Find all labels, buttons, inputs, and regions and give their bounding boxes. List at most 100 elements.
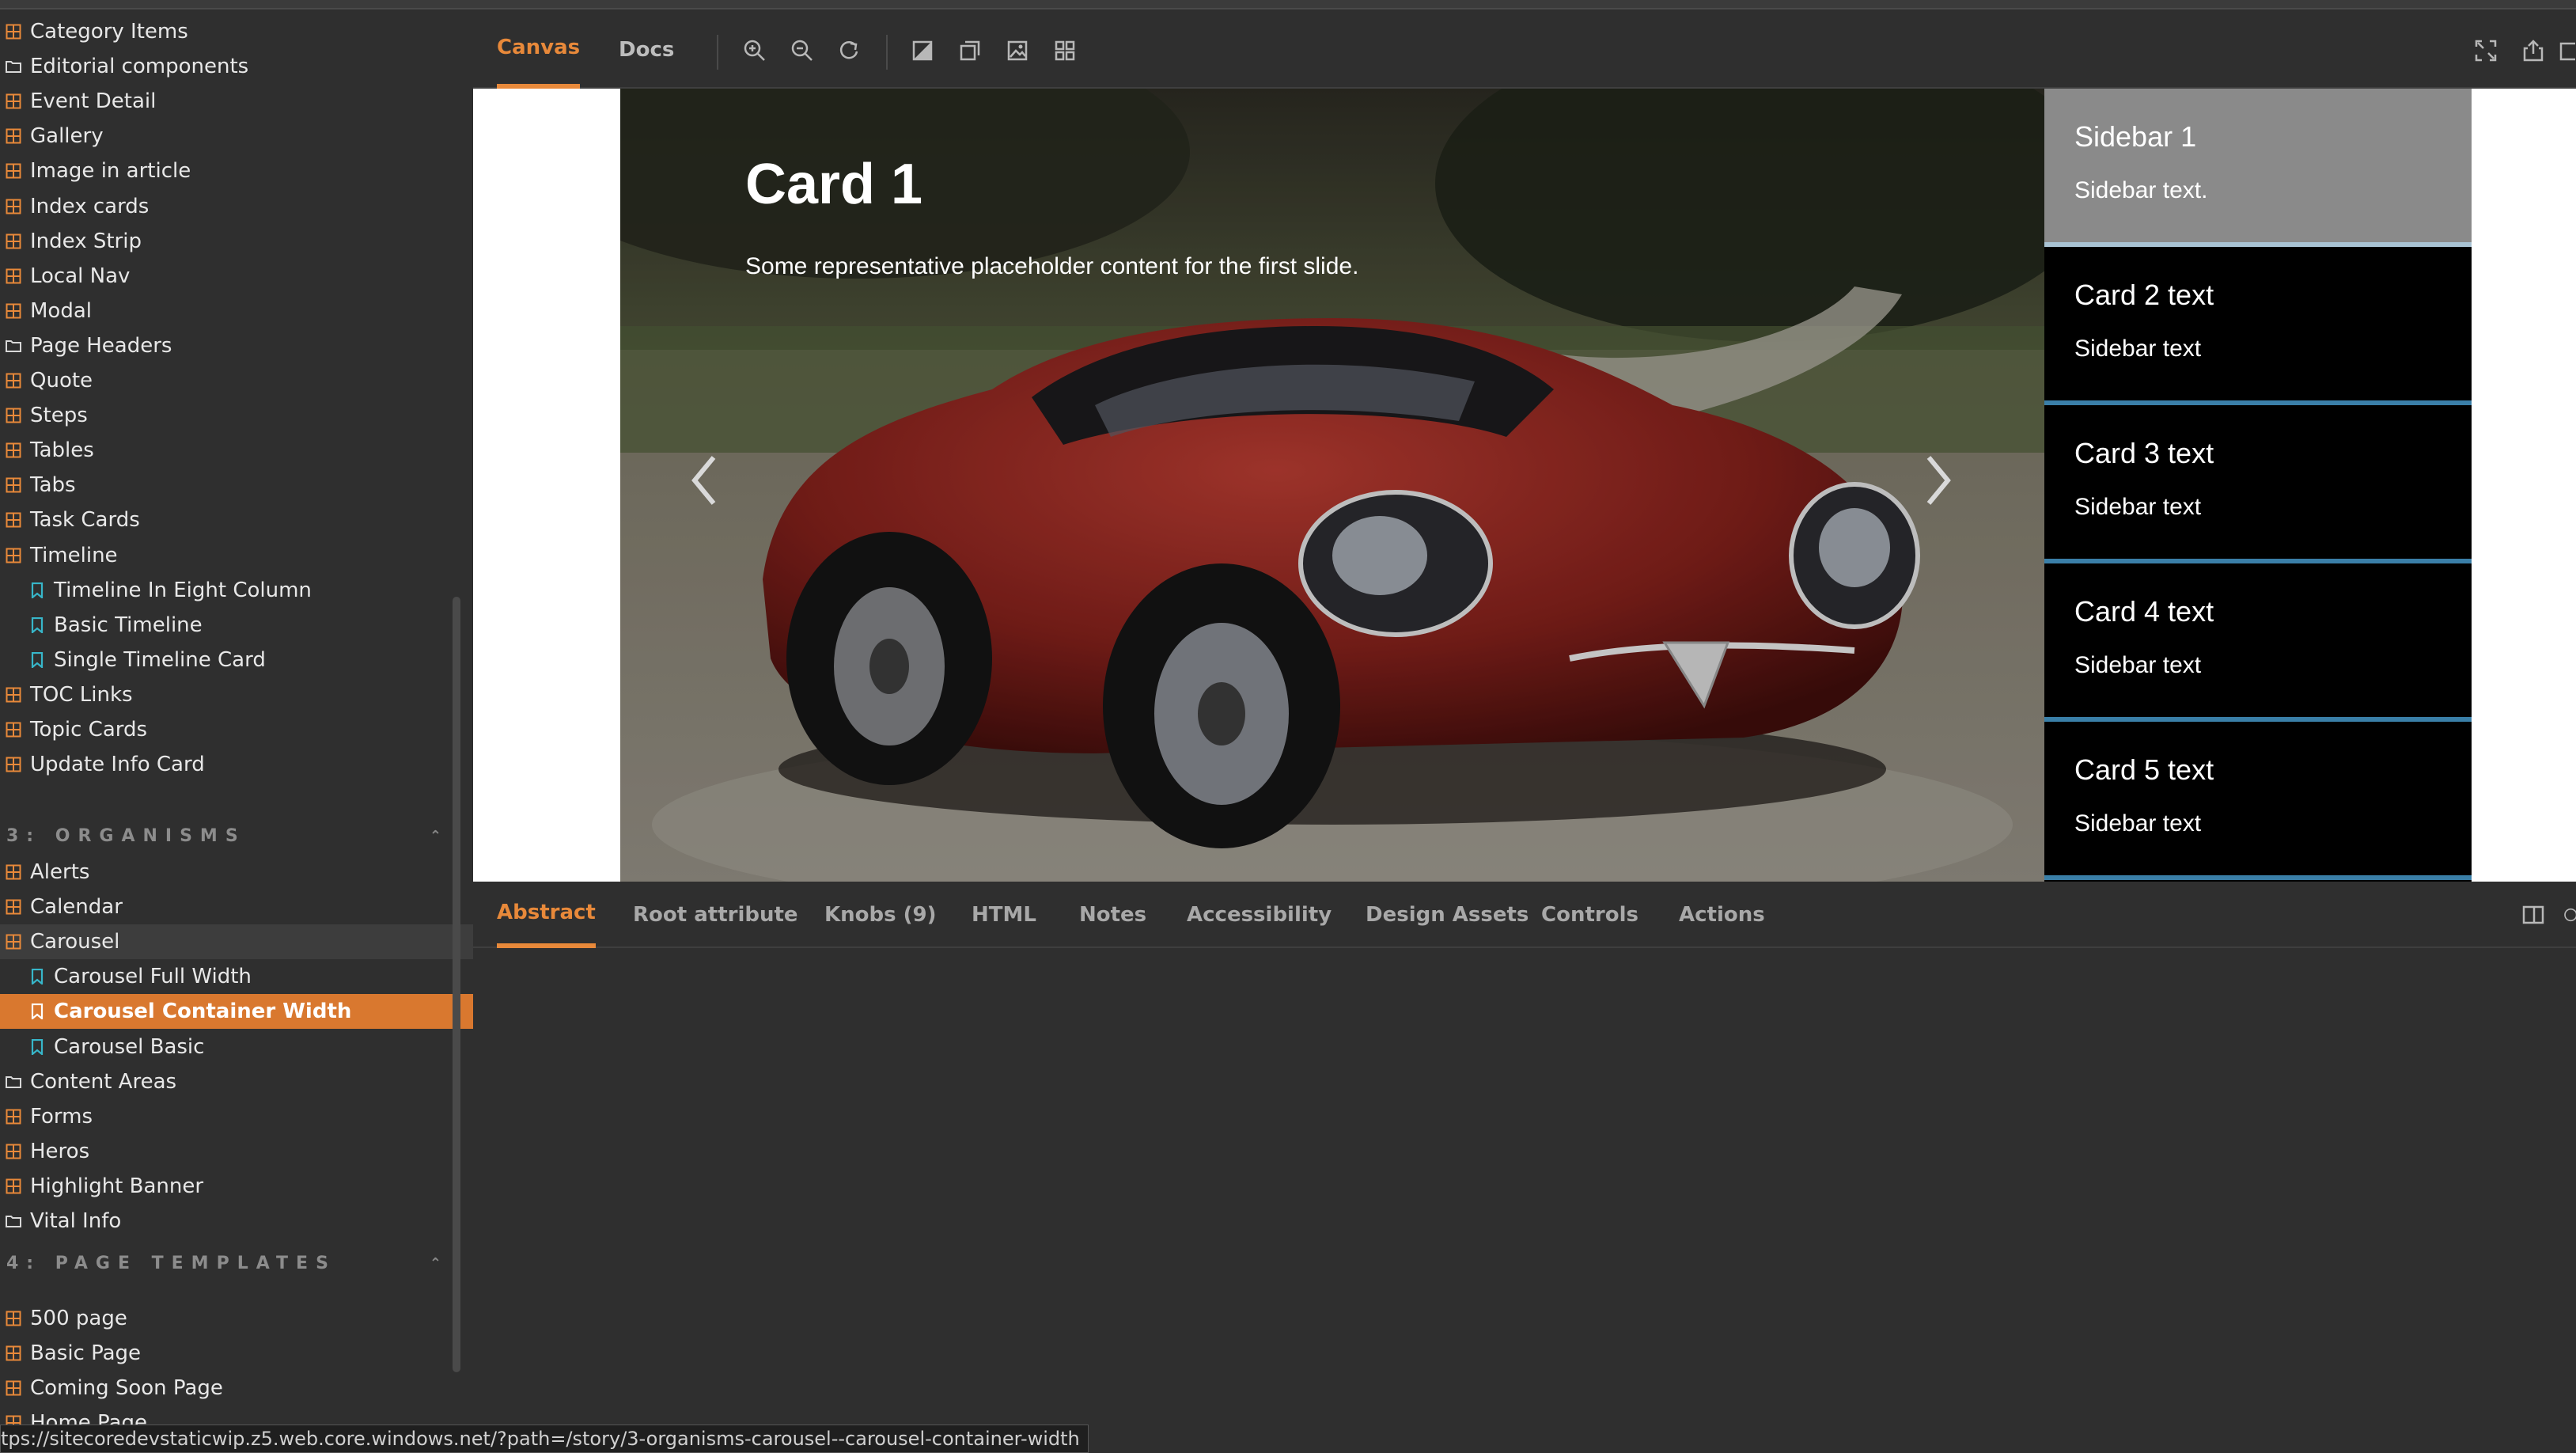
folder-icon bbox=[5, 1212, 22, 1230]
sidebar-item-event-detail[interactable]: Event Detail bbox=[0, 84, 473, 119]
tab-knobs-9[interactable]: Knobs (9) bbox=[824, 882, 937, 948]
sidebar-item-content-areas[interactable]: Content Areas bbox=[0, 1064, 473, 1099]
component-icon bbox=[5, 547, 22, 564]
sidebar-item-toc-links[interactable]: TOC Links bbox=[0, 677, 473, 712]
tab-label: Docs bbox=[619, 38, 675, 62]
component-icon bbox=[5, 1345, 22, 1362]
sidebar-item-calendar[interactable]: Calendar bbox=[0, 890, 473, 924]
tab-canvas[interactable]: Canvas bbox=[497, 11, 581, 89]
tab-docs[interactable]: Docs bbox=[619, 11, 674, 89]
sidebar-item-label: Event Detail bbox=[30, 89, 157, 114]
tab-html[interactable]: HTML bbox=[972, 882, 1036, 948]
sidebar-item-label: Update Info Card bbox=[30, 753, 205, 777]
sidebar-item-index-cards[interactable]: Index cards bbox=[0, 189, 473, 224]
sidebar-item-carousel-basic[interactable]: Carousel Basic bbox=[0, 1030, 473, 1064]
component-icon bbox=[5, 1379, 22, 1397]
sidebar-item-quote[interactable]: Quote bbox=[0, 363, 473, 398]
sidebar-item-label: Quote bbox=[30, 369, 93, 393]
sidebar-item-carousel-container-width[interactable]: Carousel Container Width bbox=[0, 994, 473, 1030]
sidebar-item-timeline[interactable]: Timeline bbox=[0, 538, 473, 573]
tab-accessibility[interactable]: Accessibility bbox=[1187, 882, 1332, 948]
sidebar-item-label: Category Items bbox=[30, 20, 188, 44]
sidebar-item-carousel[interactable]: Carousel bbox=[0, 924, 473, 960]
sidebar-item-editorial-components[interactable]: Editorial components bbox=[0, 49, 473, 84]
carousel-sidebar-card[interactable]: Sidebar 1 Sidebar text. bbox=[2044, 89, 2472, 247]
sidebar-item-heros[interactable]: Heros bbox=[0, 1134, 473, 1169]
tab-label: Canvas bbox=[497, 36, 581, 59]
tab-label: Actions bbox=[1679, 903, 1765, 927]
folder-icon bbox=[5, 337, 22, 355]
tab-root-attribute[interactable]: Root attribute bbox=[633, 882, 798, 948]
sidebar-item-task-cards[interactable]: Task Cards bbox=[0, 503, 473, 537]
image-icon[interactable] bbox=[1002, 35, 1033, 66]
carousel-sidebar-list: Sidebar 1 Sidebar text. Card 2 text Sidebar… bbox=[2044, 89, 2472, 882]
expand-collapse-icon[interactable]: ⌃ bbox=[430, 828, 441, 844]
sidebar-item-update-info-card[interactable]: Update Info Card bbox=[0, 747, 473, 782]
sidebar-item-topic-cards[interactable]: Topic Cards bbox=[0, 712, 473, 747]
component-icon bbox=[5, 267, 22, 285]
close-panel-icon[interactable] bbox=[2560, 899, 2576, 931]
slide-description: Some representative placeholder content … bbox=[745, 253, 1359, 279]
sidebar-card-text: Sidebar text bbox=[2074, 336, 2202, 362]
sidebar-item-modal[interactable]: Modal bbox=[0, 294, 473, 328]
grid-icon[interactable] bbox=[1049, 35, 1081, 66]
tab-controls[interactable]: Controls bbox=[1541, 882, 1638, 948]
sidebar-item-label: Carousel Basic bbox=[54, 1034, 205, 1059]
sidebar-item-forms[interactable]: Forms bbox=[0, 1099, 473, 1134]
sidebar-item-label: Modal bbox=[30, 298, 92, 323]
expand-collapse-icon[interactable]: ⌃ bbox=[430, 1255, 441, 1272]
sidebar-item-highlight-banner[interactable]: Highlight Banner bbox=[0, 1169, 473, 1204]
sidebar-item-coming-soon-page[interactable]: Coming Soon Page bbox=[0, 1371, 473, 1406]
tab-abstract[interactable]: Abstract bbox=[497, 882, 596, 948]
tab-actions[interactable]: Actions bbox=[1679, 882, 1765, 948]
status-url-text: tps://sitecoredevstaticwip.z5.web.core.w… bbox=[1, 1428, 1080, 1450]
component-icon bbox=[5, 933, 22, 950]
sidebar-item-gallery[interactable]: Gallery bbox=[0, 119, 473, 154]
tab-design-assets[interactable]: Design Assets bbox=[1366, 882, 1529, 948]
sidebar-item-basic-timeline[interactable]: Basic Timeline bbox=[0, 608, 473, 643]
sidebar-item-tables[interactable]: Tables bbox=[0, 433, 473, 468]
panel-layout-icon[interactable] bbox=[2517, 899, 2549, 931]
slide-title: Card 1 bbox=[745, 153, 923, 216]
zoom-out-icon[interactable] bbox=[786, 35, 818, 66]
carousel-sidebar-card[interactable]: Card 2 text Sidebar text bbox=[2044, 247, 2472, 405]
sidebar-item-steps[interactable]: Steps bbox=[0, 398, 473, 433]
section-header-page-templates[interactable]: 4: PAGE TEMPLATES ⌃ bbox=[6, 1247, 449, 1279]
sidebar-scrollbar[interactable] bbox=[453, 597, 460, 1372]
sidebar-item-500-page[interactable]: 500 page bbox=[0, 1301, 473, 1336]
carousel-sidebar-card[interactable]: Card 5 text Sidebar text bbox=[2044, 722, 2472, 880]
component-icon bbox=[5, 198, 22, 215]
sidebar-item-single-timeline-card[interactable]: Single Timeline Card bbox=[0, 643, 473, 677]
sidebar-item-alerts[interactable]: Alerts bbox=[0, 855, 473, 890]
sidebar-item-timeline-in-eight-column[interactable]: Timeline In Eight Column bbox=[0, 573, 473, 608]
open-new-tab-icon[interactable] bbox=[2551, 35, 2576, 66]
tab-notes[interactable]: Notes bbox=[1079, 882, 1146, 948]
background-icon[interactable] bbox=[907, 35, 938, 66]
sidebar-item-label: Basic Page bbox=[30, 1341, 142, 1366]
sidebar-item-image-in-article[interactable]: Image in article bbox=[0, 154, 473, 188]
sidebar-item-basic-page[interactable]: Basic Page bbox=[0, 1336, 473, 1371]
sidebar-item-tabs[interactable]: Tabs bbox=[0, 468, 473, 503]
sidebar-item-label: Gallery bbox=[30, 124, 104, 149]
carousel-prev-icon[interactable] bbox=[688, 453, 736, 524]
carousel-sidebar-card[interactable]: Card 3 text Sidebar text bbox=[2044, 405, 2472, 563]
sidebar-item-page-headers[interactable]: Page Headers bbox=[0, 328, 473, 363]
sidebar-item-index-strip[interactable]: Index Strip bbox=[0, 224, 473, 259]
section-header-organisms[interactable]: 3: ORGANISMS ⌃ bbox=[6, 820, 449, 852]
sidebar-item-label: TOC Links bbox=[30, 682, 133, 707]
section-title: 4: PAGE TEMPLATES bbox=[6, 1253, 336, 1273]
share-icon[interactable] bbox=[2517, 35, 2549, 66]
sidebar-item-local-nav[interactable]: Local Nav bbox=[0, 259, 473, 294]
carousel-sidebar-card[interactable]: Card 4 text Sidebar text bbox=[2044, 563, 2472, 722]
sidebar-item-category-items[interactable]: Category Items bbox=[0, 14, 473, 49]
sidebar-item-label: Timeline In Eight Column bbox=[54, 578, 312, 602]
tab-label: Abstract bbox=[497, 901, 596, 924]
fullscreen-icon[interactable] bbox=[2470, 35, 2502, 66]
sidebar-item-vital-info[interactable]: Vital Info bbox=[0, 1204, 473, 1239]
outline-icon[interactable] bbox=[954, 35, 986, 66]
reset-zoom-icon[interactable] bbox=[834, 35, 866, 66]
bookmark-icon bbox=[28, 1003, 46, 1020]
sidebar-item-carousel-full-width[interactable]: Carousel Full Width bbox=[0, 959, 473, 994]
carousel-next-icon[interactable] bbox=[1923, 453, 1970, 524]
zoom-in-icon[interactable] bbox=[739, 35, 771, 66]
